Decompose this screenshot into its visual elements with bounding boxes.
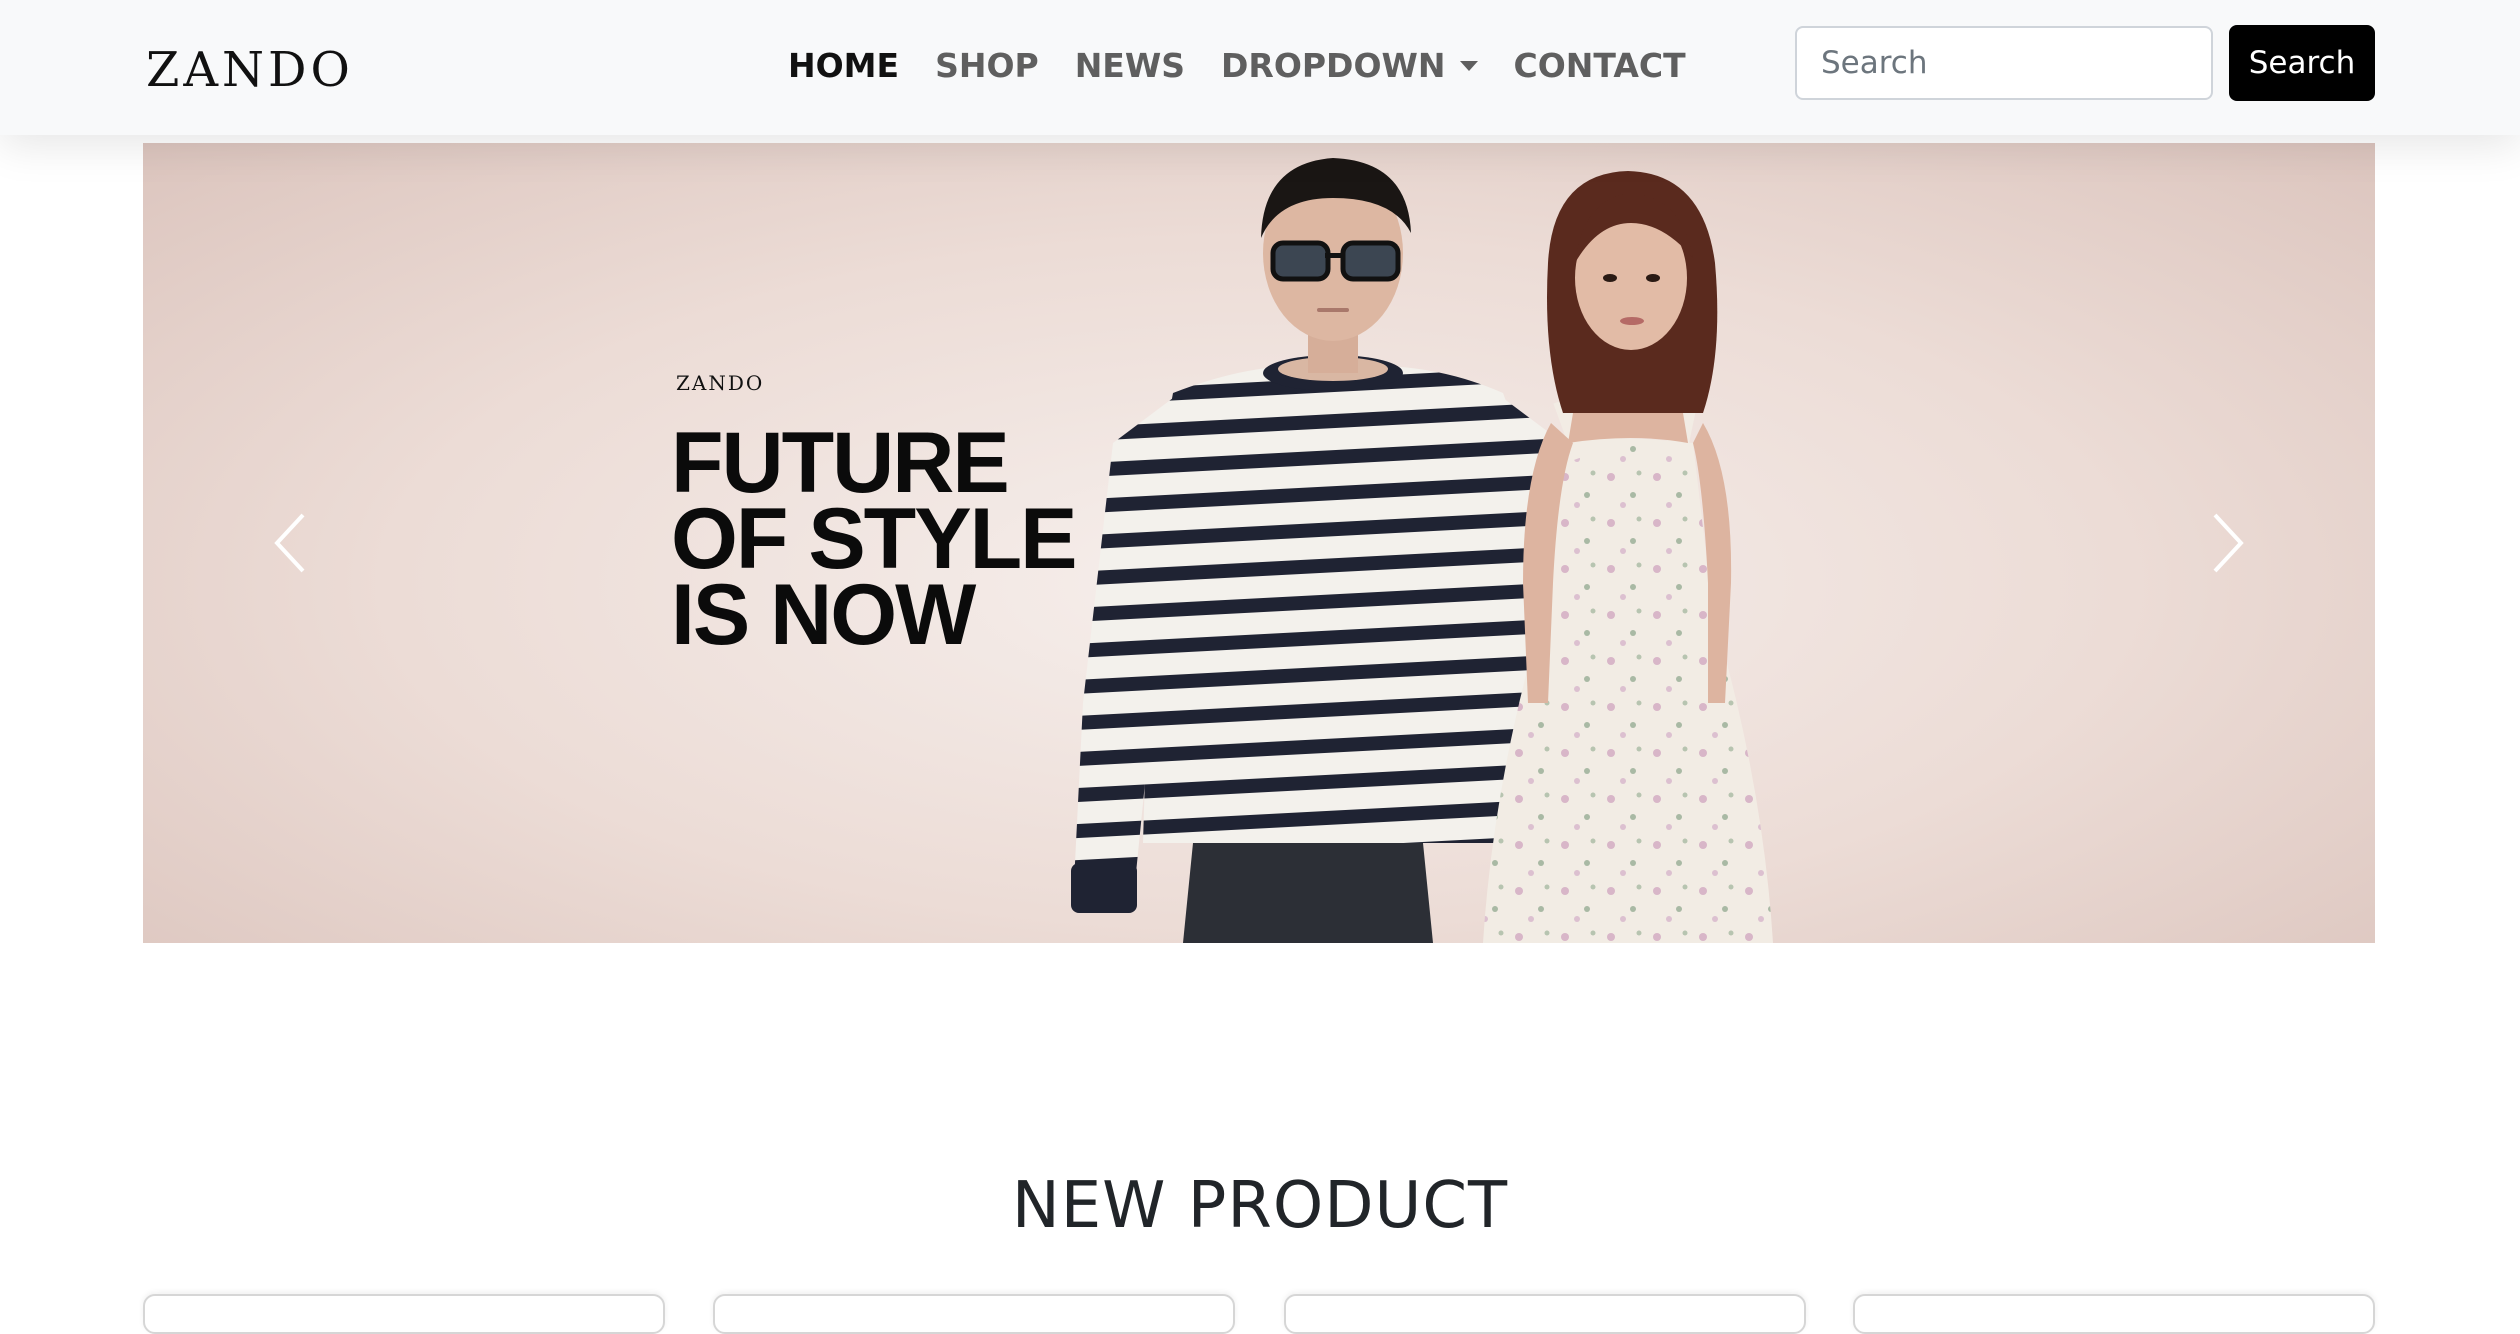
nav-link-news[interactable]: NEWS xyxy=(1057,40,1203,92)
chevron-left-icon xyxy=(274,513,305,573)
carousel-next-button[interactable] xyxy=(2195,503,2255,583)
product-card[interactable] xyxy=(1853,1294,2375,1334)
nav-link-label: CONTACT xyxy=(1513,46,1686,85)
search-input[interactable] xyxy=(1795,26,2213,100)
search-button[interactable]: Search xyxy=(2229,25,2375,101)
nav-link-contact[interactable]: CONTACT xyxy=(1496,40,1704,92)
nav-link-label: DROPDOWN xyxy=(1221,46,1446,85)
nav-link-label: HOME xyxy=(788,46,900,85)
nav-link-label: SHOP xyxy=(935,46,1039,85)
woman-figure xyxy=(1483,171,1773,943)
product-card[interactable] xyxy=(143,1294,665,1334)
nav-link-label: NEWS xyxy=(1074,46,1186,85)
chevron-right-icon xyxy=(2213,513,2244,573)
hero-models-image xyxy=(1071,158,1773,943)
section-title: NEW PRODUCT xyxy=(1011,1169,1509,1244)
carousel-prev-button[interactable] xyxy=(263,503,323,583)
product-card[interactable] xyxy=(1284,1294,1806,1334)
caret-down-icon xyxy=(1459,60,1478,71)
brand-logo[interactable]: ZANDO xyxy=(146,38,354,102)
nav-links: HOME SHOP NEWS DROPDOWN CONTACT xyxy=(770,40,1704,92)
nav-link-home[interactable]: HOME xyxy=(770,40,917,92)
slide-brand: ZANDO xyxy=(676,371,765,395)
navbar: ZANDO HOME SHOP NEWS DROPDOWN CONTACT Se… xyxy=(0,0,2520,135)
hero-carousel: ZANDO FUTURE OF STYLE IS NOW xyxy=(143,143,2375,943)
nav-link-shop[interactable]: SHOP xyxy=(917,40,1057,92)
product-card-list xyxy=(143,1294,2375,1334)
nav-link-dropdown[interactable]: DROPDOWN xyxy=(1203,40,1496,92)
product-card[interactable] xyxy=(713,1294,1235,1334)
